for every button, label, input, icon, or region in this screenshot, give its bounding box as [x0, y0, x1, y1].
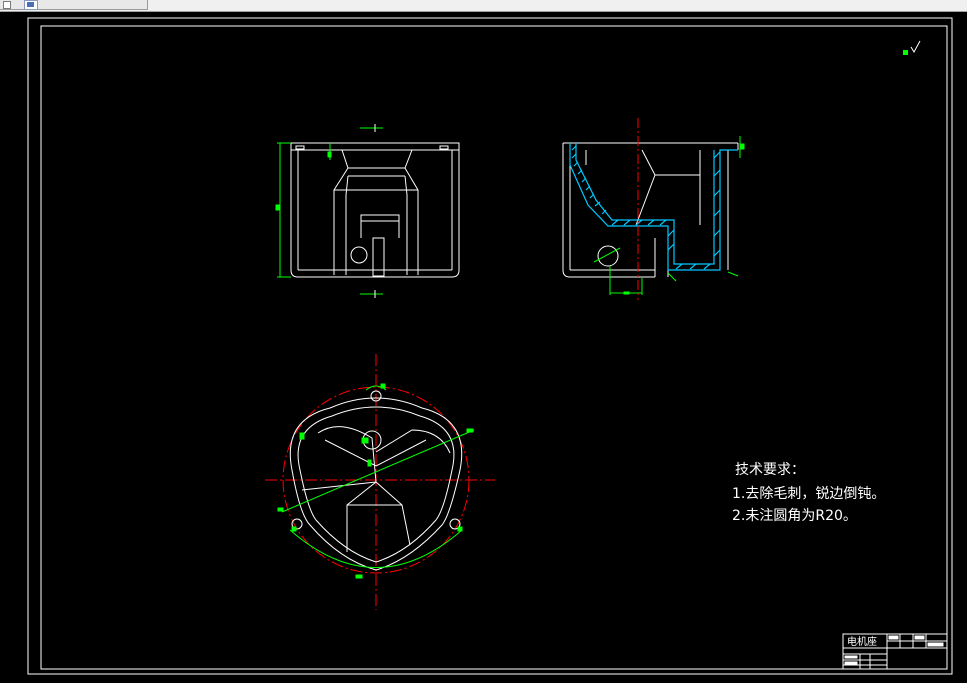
front-view	[290, 142, 460, 278]
title-block-part-name: 电机座	[847, 635, 877, 648]
note-item-2: 2.未注圆角为R20。	[732, 508, 857, 524]
tab-close-icon[interactable]	[3, 1, 11, 9]
drawing-canvas[interactable]: 技术要求： 1.去除毛刺，锐边倒钝。 2.未注圆角为R20。 电机座	[0, 12, 967, 683]
drawing-border-outer	[27, 17, 953, 675]
surface-roughness-icon	[903, 40, 921, 55]
title-bar	[0, 0, 967, 12]
side-section-hatch	[569, 143, 738, 271]
drawing-border-inner	[40, 25, 948, 670]
document-tab[interactable]	[0, 0, 148, 10]
document-icon	[24, 0, 38, 10]
technical-requirements: 技术要求： 1.去除毛刺，锐边倒钝。 2.未注圆角为R20。	[732, 462, 885, 524]
side-section-view	[562, 142, 739, 278]
note-item-1: 1.去除毛刺，锐边倒钝。	[732, 486, 885, 502]
notes-title: 技术要求：	[735, 462, 805, 478]
side-section-dimensions	[593, 136, 745, 295]
